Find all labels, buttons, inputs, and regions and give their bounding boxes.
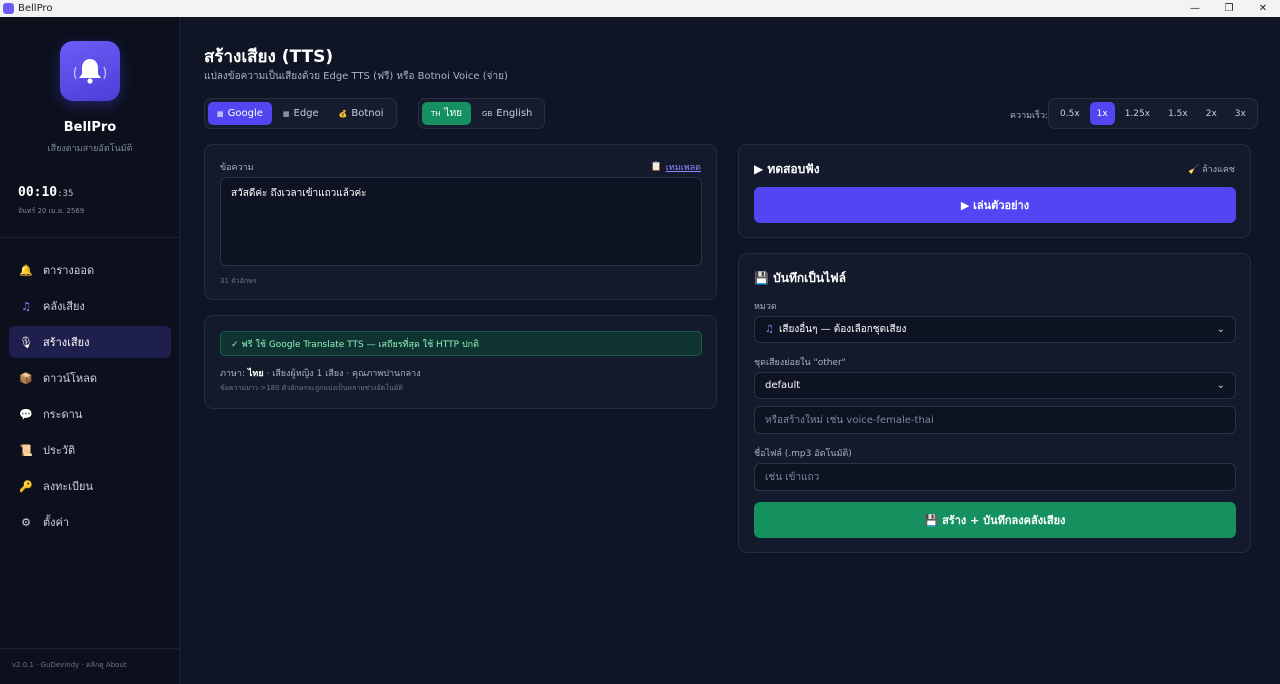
maximize-button[interactable]: ❐ [1212, 0, 1246, 17]
subset-select[interactable]: default ⌄ [754, 372, 1236, 399]
key-icon: 🔑 [19, 479, 33, 493]
page-title: สร้างเสียง (TTS) [204, 47, 334, 67]
length-note: ข้อความยาว >180 ตัวอักษรจะถูกแบ่งเป็นหลา… [220, 384, 403, 392]
window-titlebar: BellPro — ❐ ✕ [0, 0, 1280, 17]
engine-edge[interactable]: ▦ Edge [274, 102, 328, 125]
speed-1.5x[interactable]: 1.5x [1160, 102, 1196, 125]
floppy-disk-icon: 💾 [754, 271, 769, 285]
engine-info-banner: ✓ ฟรี ใช้ Google Translate TTS — เสถียรท… [220, 331, 702, 356]
language-info: ภาษา: ไทย · เสียงผู้หญิง 1 เสียง · คุณภา… [220, 369, 421, 379]
sidebar-item-settings[interactable]: ⚙ ตั้งค่า [9, 506, 171, 538]
page-subtitle: แปลงข้อความเป็นเสียงด้วย Edge TTS (ฟรี) … [204, 71, 508, 82]
chevron-down-icon: ⌄ [1216, 324, 1225, 335]
char-count: 31 ตัวอักษร [220, 277, 257, 285]
sidebar-nav: 🔔 ตารางออด ♫ คลังเสียง 🎙 สร้างเสียง 📦 ดา… [9, 237, 171, 542]
close-button[interactable]: ✕ [1246, 0, 1280, 17]
th-flag-icon: TH [431, 109, 441, 118]
speech-bubble-icon: 💬 [19, 407, 33, 421]
scroll-icon: 📜 [19, 443, 33, 457]
edge-icon: ▦ [282, 109, 290, 118]
subset-label: ชุดเสียงย่อยใน "other" [754, 358, 846, 368]
sidebar-item-download[interactable]: 📦 ดาวน์โหลด [9, 362, 171, 394]
box-icon: 📦 [19, 371, 33, 385]
lang-thai[interactable]: TH ไทย [422, 102, 472, 125]
category-label: หมวด [754, 302, 777, 312]
sidebar: BellPro เสียงตามสายอัตโนมัติ 00:10:35 จั… [0, 17, 180, 684]
brand-subtitle: เสียงตามสายอัตโนมัติ [47, 144, 133, 154]
broom-icon: 🧹 [1188, 165, 1200, 175]
google-icon: ▦ [217, 109, 224, 118]
speed-1.25x[interactable]: 1.25x [1117, 102, 1158, 125]
microphone-icon: 🎙 [19, 335, 33, 349]
test-card-title: ▶ ทดสอบฟัง [754, 162, 820, 176]
sidebar-item-library[interactable]: ♫ คลังเสียง [9, 290, 171, 322]
speed-3x[interactable]: 3x [1227, 102, 1254, 125]
new-subset-input[interactable] [754, 406, 1236, 434]
floppy-disk-icon: 💾 [924, 513, 939, 527]
engine-selector: ▦ Google ▦ Edge 💰 Botnoi [204, 98, 397, 129]
version-footer[interactable]: v2.0.1 · GuDevindy · คลิกดู About [0, 648, 180, 684]
sidebar-item-board[interactable]: 💬 กระดาน [9, 398, 171, 430]
engine-google[interactable]: ▦ Google [208, 102, 272, 125]
language-selector: TH ไทย GB English [418, 98, 546, 129]
engine-info-card: ✓ ฟรี ใช้ Google Translate TTS — เสถียรท… [204, 315, 717, 409]
bell-icon: 🔔 [19, 263, 33, 277]
filename-input[interactable] [754, 463, 1236, 491]
music-note-icon: ♫ [21, 299, 31, 313]
minimize-button[interactable]: — [1178, 0, 1212, 17]
sidebar-item-history[interactable]: 📜 ประวัติ [9, 434, 171, 466]
text-card: ข้อความ 📋 เทมเพลต สวัสดีค่ะ ถึงเวลาเข้าแถ… [204, 144, 717, 300]
speed-label: ความเร็ว: [1010, 111, 1049, 121]
clock: 00:10:35 [18, 185, 74, 200]
category-select[interactable]: ♫ เสียงอื่นๆ — ต้องเลือกชุดเสียง ⌄ [754, 316, 1236, 343]
speed-0.5x[interactable]: 0.5x [1052, 102, 1088, 125]
clipboard-icon: 📋 [650, 162, 662, 172]
save-file-card: 💾 บันทึกเป็นไฟล์ หมวด ♫ เสียงอื่นๆ — ต้อ… [738, 253, 1251, 553]
sidebar-item-register[interactable]: 🔑 ลงทะเบียน [9, 470, 171, 502]
chevron-down-icon: ⌄ [1216, 380, 1225, 391]
speed-selector: 0.5x 1x 1.25x 1.5x 2x 3x [1048, 98, 1258, 129]
sidebar-item-tts[interactable]: 🎙 สร้างเสียง [9, 326, 171, 358]
lang-english[interactable]: GB English [473, 102, 541, 125]
bell-logo-icon [60, 41, 120, 101]
music-note-icon: ♫ [765, 324, 774, 335]
filename-label: ชื่อไฟล์ (.mp3 อัตโนมัติ) [754, 449, 852, 459]
clear-cache-link[interactable]: 🧹 ล้างแคช [1188, 162, 1235, 176]
test-listen-card: ▶ ทดสอบฟัง 🧹 ล้างแคช ▶ เล่นตัวอย่าง [738, 144, 1251, 238]
play-sample-button[interactable]: ▶ เล่นตัวอย่าง [754, 187, 1236, 223]
text-label: ข้อความ [220, 163, 254, 173]
sidebar-item-schedule[interactable]: 🔔 ตารางออด [9, 254, 171, 286]
app-icon [3, 3, 14, 14]
text-input[interactable]: สวัสดีค่ะ ถึงเวลาเข้าแถวแล้วค่ะ [220, 177, 702, 266]
engine-botnoi[interactable]: 💰 Botnoi [330, 102, 393, 125]
gb-flag-icon: GB [482, 109, 493, 118]
create-and-save-button[interactable]: 💾 สร้าง + บันทึกลงคลังเสียง [754, 502, 1236, 538]
speed-1x[interactable]: 1x [1089, 102, 1115, 125]
brand-name: BellPro [63, 120, 117, 135]
main-content: สร้างเสียง (TTS) แปลงข้อความเป็นเสียงด้ว… [180, 17, 1280, 684]
gear-icon: ⚙ [21, 515, 31, 529]
save-card-title: 💾 บันทึกเป็นไฟล์ [754, 271, 846, 285]
date-label: จันทร์ 20 เม.ย. 2569 [18, 207, 85, 215]
template-link[interactable]: 📋 เทมเพลต [650, 160, 701, 174]
speed-2x[interactable]: 2x [1198, 102, 1225, 125]
money-bag-icon: 💰 [338, 109, 348, 118]
window-title: BellPro [18, 3, 53, 14]
